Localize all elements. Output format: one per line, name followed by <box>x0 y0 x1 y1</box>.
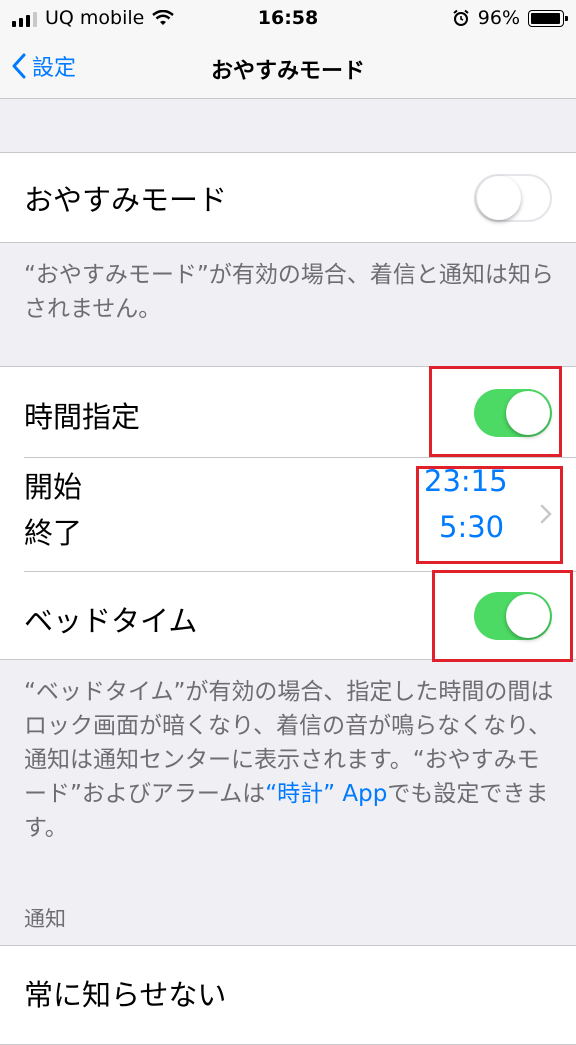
clock-app-link[interactable]: “時計” App <box>265 781 387 807</box>
end-label: 終了 <box>24 516 83 550</box>
highlight-box-schedule-toggle <box>429 366 562 457</box>
bedtime-footer: “ベッドタイム”が有効の場合、指定した時間の間はロック画面が暗くなり、着信の音が… <box>24 675 554 845</box>
notifications-group: 常に知らせない <box>0 945 576 1045</box>
battery-percent: 96% <box>477 7 520 29</box>
notifications-header: 通知 <box>24 907 66 931</box>
dnd-label: おやすみモード <box>24 183 228 217</box>
page-title: おやすみモード <box>210 59 365 84</box>
dnd-toggle[interactable] <box>474 174 552 222</box>
dnd-group: おやすみモード <box>0 152 576 243</box>
highlight-box-time-range <box>416 466 563 564</box>
bedtime-label: ベッドタイム <box>24 604 198 638</box>
dnd-row[interactable]: おやすみモード <box>0 153 576 242</box>
notification-option-label: 常に知らせない <box>24 978 227 1012</box>
notification-option-row[interactable]: 常に知らせない <box>0 946 576 1036</box>
alarm-icon <box>453 9 469 26</box>
status-right: 96% <box>452 7 568 29</box>
schedule-label: 時間指定 <box>24 400 141 434</box>
navigation-bar: 設定 おやすみモード <box>0 38 576 99</box>
start-label: 開始 <box>24 470 83 504</box>
highlight-box-bedtime-toggle <box>432 570 573 662</box>
dnd-footer: “おやすみモード”が有効の場合、着信と通知は知らされません。 <box>24 262 554 322</box>
battery-icon <box>528 9 568 27</box>
status-bar: UQ mobile 16:58 96% <box>0 0 576 38</box>
